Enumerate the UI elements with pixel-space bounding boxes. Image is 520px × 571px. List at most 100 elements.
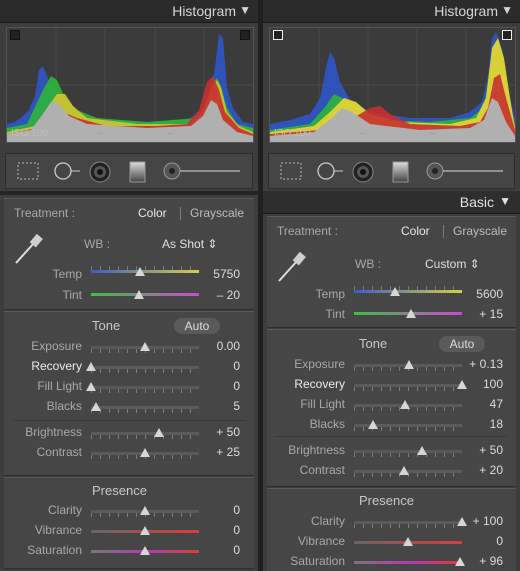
blacks-value[interactable]: 5 [200, 399, 240, 413]
adjustment-brush-icon[interactable] [425, 161, 505, 181]
filllight-value[interactable]: 0 [200, 379, 240, 393]
clip-highlight-icon[interactable] [240, 30, 250, 40]
filllight-slider-thumb[interactable] [399, 400, 410, 409]
triangle-down-icon[interactable]: ▼ [499, 194, 511, 208]
recovery-ticks [354, 387, 462, 391]
recovery-ticks [91, 369, 199, 373]
crop-overlay-icon[interactable] [16, 161, 40, 181]
clarity-slider[interactable] [354, 521, 462, 524]
brightness-slider[interactable] [91, 432, 199, 435]
saturation-slider-thumb[interactable] [140, 546, 150, 555]
contrast-label: Contrast [36, 445, 82, 459]
shutter-readout: – [430, 128, 436, 139]
tint-slider-thumb[interactable] [133, 290, 144, 299]
vibrance-slider-thumb[interactable] [140, 526, 150, 535]
filllight-value[interactable]: 47 [463, 397, 503, 411]
temp-slider[interactable] [91, 270, 199, 273]
tint-value[interactable]: – 20 [200, 288, 240, 302]
saturation-slider[interactable] [354, 561, 462, 564]
histogram-header[interactable]: Histogram ▼ [0, 0, 258, 23]
tool-strip [5, 153, 253, 189]
wb-label: WB : [355, 257, 381, 271]
temp-slider-thumb[interactable] [390, 287, 401, 296]
graduated-filter-icon[interactable] [128, 161, 148, 183]
spot-removal-icon[interactable] [315, 161, 345, 181]
tint-value[interactable]: + 15 [463, 307, 503, 321]
contrast-value[interactable]: + 25 [200, 445, 240, 459]
white-balance-section: Treatment : Color Grayscale WB : As Shot… [4, 198, 254, 310]
temp-value[interactable]: 5750 [200, 267, 240, 281]
vibrance-slider-thumb[interactable] [403, 537, 413, 546]
eyedropper-icon[interactable] [12, 231, 46, 267]
basic-header[interactable]: Basic ▼ [263, 191, 520, 214]
temp-slider[interactable] [354, 290, 462, 293]
auto-tone-button[interactable]: Auto [174, 318, 220, 334]
blacks-slider[interactable] [91, 406, 199, 409]
aperture-readout: – [97, 128, 103, 139]
saturation-label: Saturation [27, 543, 82, 557]
clarity-value[interactable]: + 100 [453, 514, 503, 528]
filllight-slider-thumb[interactable] [86, 382, 96, 391]
graduated-filter-icon[interactable] [391, 161, 411, 183]
recovery-value[interactable]: 0 [200, 359, 240, 373]
blacks-slider-thumb[interactable] [368, 420, 379, 429]
exposure-slider-thumb[interactable] [404, 360, 415, 369]
auto-tone-button[interactable]: Auto [439, 336, 485, 352]
saturation-label: Saturation [290, 554, 345, 568]
triangle-down-icon[interactable]: ▼ [501, 3, 513, 17]
vibrance-value[interactable]: 0 [463, 534, 503, 548]
wb-preset-select[interactable]: Custom ⇕ [425, 257, 480, 271]
clarity-value[interactable]: 0 [200, 503, 240, 517]
recovery-slider-thumb[interactable] [86, 362, 96, 371]
crop-overlay-icon[interactable] [279, 161, 303, 181]
red-eye-icon[interactable] [88, 161, 112, 183]
histogram-header[interactable]: Histogram ▼ [263, 0, 520, 23]
recovery-value[interactable]: 100 [463, 377, 503, 391]
treatment-separator [443, 225, 444, 238]
filllight-slider[interactable] [91, 386, 199, 389]
recovery-slider[interactable] [354, 384, 462, 387]
contrast-value[interactable]: + 20 [463, 463, 503, 477]
treatment-color-button[interactable]: Color [401, 224, 430, 238]
clarity-slider-thumb[interactable] [140, 506, 150, 515]
right-develop-panel: Histogram ▼ ISO 100 – – Basic ▼ Treatmen… [263, 0, 520, 571]
spot-removal-icon[interactable] [52, 161, 82, 181]
blacks-slider-thumb[interactable] [91, 402, 102, 411]
saturation-value[interactable]: 0 [200, 543, 240, 557]
clip-shadow-icon[interactable] [273, 30, 283, 40]
brightness-value[interactable]: + 50 [463, 443, 503, 457]
temp-value[interactable]: 5600 [463, 287, 503, 301]
contrast-slider-thumb[interactable] [140, 448, 150, 457]
brightness-slider[interactable] [354, 450, 462, 453]
brightness-slider-thumb[interactable] [154, 428, 165, 437]
tint-slider-thumb[interactable] [406, 309, 417, 318]
vibrance-value[interactable]: 0 [200, 523, 240, 537]
tint-slider[interactable] [91, 293, 199, 296]
temp-slider-thumb[interactable] [134, 267, 145, 276]
exposure-slider-thumb[interactable] [140, 342, 150, 351]
recovery-slider[interactable] [91, 366, 199, 369]
treatment-separator [180, 207, 181, 220]
contrast-slider-thumb[interactable] [398, 466, 409, 475]
brightness-value[interactable]: + 50 [200, 425, 240, 439]
red-eye-icon[interactable] [351, 161, 375, 183]
clip-highlight-icon[interactable] [502, 30, 512, 40]
blacks-value[interactable]: 18 [463, 417, 503, 431]
treatment-color-button[interactable]: Color [138, 206, 167, 220]
brightness-slider-thumb[interactable] [417, 446, 428, 455]
exposure-value[interactable]: 0.00 [200, 339, 240, 353]
treatment-grayscale-button[interactable]: Grayscale [453, 224, 507, 238]
tint-label: Tint [62, 288, 82, 302]
eyedropper-icon[interactable] [275, 249, 309, 285]
treatment-grayscale-button[interactable]: Grayscale [190, 206, 244, 220]
histogram-graph [7, 28, 253, 142]
exposure-value[interactable]: + 0.13 [453, 357, 503, 371]
clip-shadow-icon[interactable] [10, 30, 20, 40]
wb-preset-select[interactable]: As Shot ⇕ [162, 237, 217, 251]
adjustment-brush-icon[interactable] [162, 161, 242, 181]
temp-label: Temp [52, 267, 82, 281]
histogram-title: Histogram [434, 3, 498, 19]
filllight-ticks [91, 389, 199, 393]
saturation-value[interactable]: + 96 [463, 554, 503, 568]
triangle-down-icon[interactable]: ▼ [239, 3, 251, 17]
